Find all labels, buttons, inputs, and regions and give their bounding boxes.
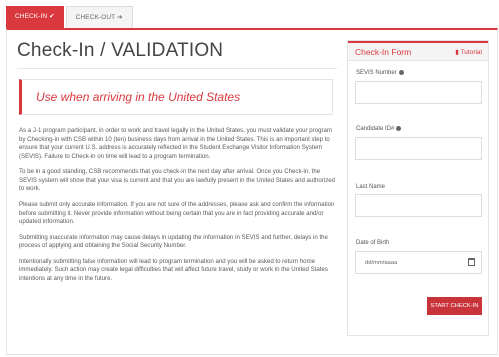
info-icon[interactable] (396, 126, 402, 131)
paragraph: Please submit only accurate information.… (19, 200, 335, 226)
divider (17, 68, 337, 69)
content-frame: Check-In / VALIDATION Use when arriving … (6, 28, 498, 355)
sevis-number-input[interactable] (355, 81, 482, 104)
sevis-label-text: SEVIS Number (356, 70, 397, 77)
sevis-label: SEVIS Number (356, 70, 404, 76)
tutorial-label: Tutorial (460, 49, 482, 56)
last-name-input[interactable] (355, 194, 482, 217)
tab-check-out[interactable]: CHECK-OUT ➔ (65, 6, 133, 28)
calendar-icon[interactable] (468, 258, 475, 266)
arrival-callout: Use when arriving in the United States (19, 79, 333, 115)
date-of-birth-input[interactable]: dd/mm/aaaa (355, 251, 482, 274)
tab-bar: CHECK-IN ✔ CHECK-OUT ➔ (6, 6, 133, 28)
instructions: As a J-1 program participant, in order t… (19, 127, 337, 290)
dob-label: Date of Birth (356, 240, 390, 246)
candidate-label: Candidate ID# (356, 126, 402, 133)
start-check-in-button[interactable]: START CHECK-IN (427, 297, 482, 315)
paragraph: To be in a good standing, CSB recommends… (19, 168, 336, 193)
paragraph: As a J-1 program participant, in order t… (19, 127, 332, 160)
info-icon[interactable] (398, 70, 404, 75)
candidate-label-text: Candidate ID# (356, 126, 395, 133)
tab-check-in[interactable]: CHECK-IN ✔ (6, 6, 64, 28)
page-title: Check-In / VALIDATION (17, 40, 224, 61)
check-in-form: Check-In Form ▮ Tutorial SEVIS Number Ca… (347, 40, 489, 336)
form-header: Check-In Form ▮ Tutorial (348, 41, 488, 61)
paragraph: Submitting inaccurate information may ca… (19, 233, 328, 250)
lastname-label: Last Name (356, 184, 386, 190)
form-title: Check-In Form (355, 47, 412, 57)
dob-placeholder: dd/mm/aaaa (365, 260, 398, 266)
tutorial-link[interactable]: ▮ Tutorial (455, 48, 482, 56)
paragraph: Intentionally submitting false informati… (19, 257, 328, 282)
candidate-id-input[interactable] (355, 137, 482, 160)
callout-text: Use when arriving in the United States (36, 90, 241, 104)
